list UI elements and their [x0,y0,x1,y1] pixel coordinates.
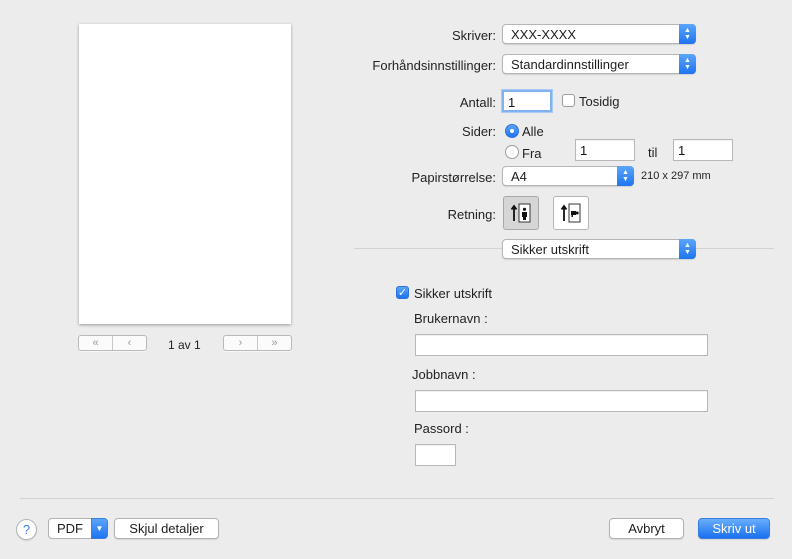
paper-size-label: Papirstørrelse: [411,170,496,185]
popup-arrows-icon: ▲ ▼ [679,54,696,74]
pages-all-label: Alle [522,124,544,139]
paper-size-value: A4 [511,169,527,184]
pages-to-input[interactable]: 1 [673,139,733,161]
paper-size-popup[interactable]: A4 ▲ ▼ [502,166,634,186]
checkmark-icon: ✓ [397,287,408,299]
pdf-button-label: PDF [48,518,92,539]
pages-from-label: Fra [522,146,542,161]
print-button[interactable]: Skriv ut [698,518,770,539]
secure-print-label: Sikker utskrift [414,286,493,301]
hide-details-button[interactable]: Skjul detaljer [114,518,219,539]
page-indicator: 1 av 1 [168,338,201,352]
pages-to-value: 1 [678,143,686,158]
presets-popup[interactable]: Standardinnstillinger ▲ ▼ [502,54,696,74]
presets-label: Forhåndsinnstillinger: [372,58,496,73]
portrait-orientation-icon [510,203,531,223]
copies-value: 1 [508,95,516,110]
secure-print-checkbox[interactable]: ✓ [396,286,409,299]
pages-from-value: 1 [580,143,588,158]
popup-arrows-icon: ▲ ▼ [679,239,696,259]
previous-page-button[interactable]: ‹ [112,336,146,350]
popup-arrows-icon: ▲ ▼ [617,166,634,186]
double-chevron-right-icon: » [271,337,278,349]
username-input[interactable] [415,334,708,356]
paper-dimensions: 210 x 297 mm [641,170,711,182]
jobname-input[interactable] [415,390,708,412]
presets-value: Standardinnstillinger [511,57,629,72]
question-mark-icon: ? [22,522,31,537]
cancel-button[interactable]: Avbryt [609,518,684,539]
pages-label: Sider: [462,124,496,139]
pager-forward-group: › » [223,335,292,351]
help-button[interactable]: ? [16,519,37,540]
footer-divider [20,498,774,499]
pdf-menu-button[interactable]: PDF ▼ [48,518,108,539]
landscape-orientation-icon [560,203,581,223]
pager-back-group: « ‹ [78,335,147,351]
password-label: Passord : [414,421,469,436]
next-page-button[interactable]: › [224,336,257,350]
first-page-button[interactable]: « [79,336,112,350]
section-popup[interactable]: Sikker utskrift ▲ ▼ [502,239,696,259]
two-sided-label: Tosidig [579,94,620,109]
two-sided-checkbox[interactable] [562,94,575,107]
last-page-button[interactable]: » [257,336,291,350]
copies-label: Antall: [459,95,496,110]
printer-label: Skriver: [451,28,496,43]
printer-popup[interactable]: XXX-XXXX ▲ ▼ [502,24,696,44]
username-label: Brukernavn : [414,311,488,326]
pages-all-radio[interactable] [505,124,519,138]
password-input[interactable] [415,444,456,466]
popup-arrows-icon: ▲ ▼ [679,24,696,44]
pages-range-radio[interactable] [505,145,519,159]
portrait-orientation-button[interactable] [503,196,539,230]
landscape-orientation-button[interactable] [553,196,589,230]
page-preview [79,24,291,324]
printer-value: XXX-XXXX [511,27,577,42]
copies-input[interactable]: 1 [502,90,552,112]
jobname-label: Jobbnavn : [412,367,476,382]
section-value: Sikker utskrift [511,242,590,257]
orientation-label: Retning: [447,207,496,222]
pages-from-input[interactable]: 1 [575,139,635,161]
chevron-down-icon: ▼ [91,518,108,539]
chevron-right-icon: › [238,337,243,349]
double-chevron-left-icon: « [92,337,99,349]
chevron-left-icon: ‹ [127,337,132,349]
pages-to-label: til [648,145,658,160]
